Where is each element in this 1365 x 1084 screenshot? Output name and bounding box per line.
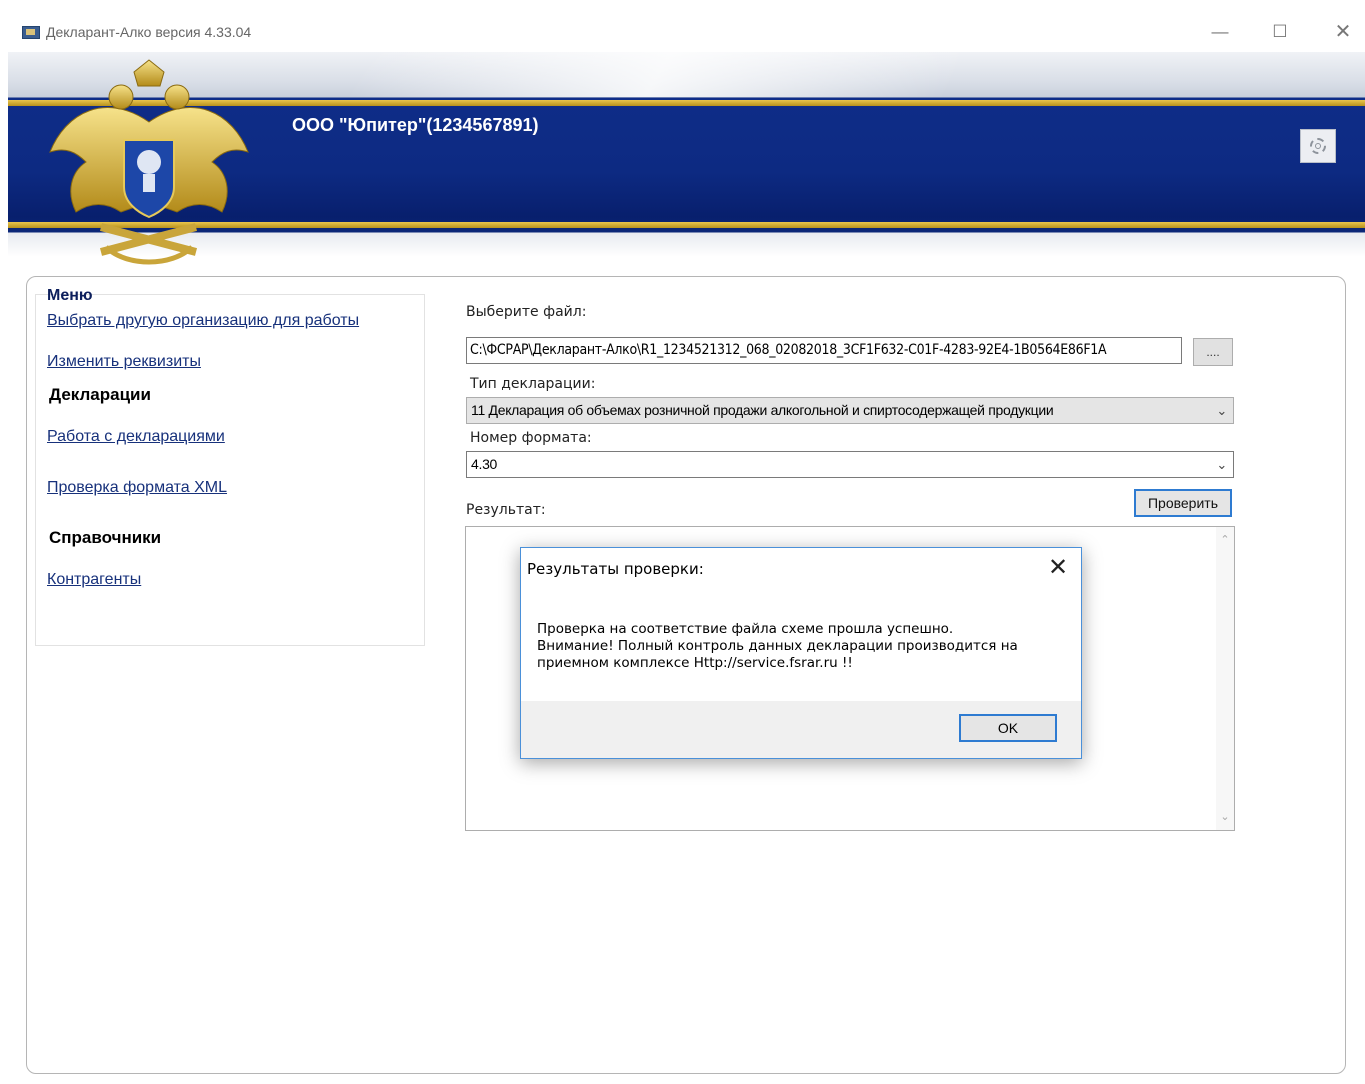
- file-label: Выберите файл:: [466, 304, 587, 320]
- format-number-select[interactable]: 4.30 ⌄: [466, 451, 1234, 478]
- settings-gear-icon[interactable]: [1300, 129, 1336, 163]
- format-number-value: 4.30: [471, 456, 498, 472]
- work-with-declarations-link[interactable]: Работа с декларациями: [47, 428, 225, 446]
- change-organization-link[interactable]: Выбрать другую организацию для работы: [47, 312, 359, 330]
- edit-details-link[interactable]: Изменить реквизиты: [47, 353, 201, 371]
- counterparties-link[interactable]: Контрагенты: [47, 571, 141, 589]
- dialog-close-icon[interactable]: ✕: [1043, 554, 1073, 582]
- scroll-down-icon[interactable]: ⌄: [1216, 808, 1234, 826]
- emblem-icon: [49, 59, 249, 265]
- declaration-type-value: 11 Декларация об объемах розничной прода…: [471, 402, 1054, 418]
- format-number-label: Номер формата:: [470, 430, 592, 446]
- app-icon: [22, 26, 40, 39]
- chevron-down-icon: ⌄: [1216, 403, 1227, 418]
- menu-panel: [35, 294, 425, 646]
- ok-button[interactable]: OK: [959, 714, 1057, 742]
- header-sheen: [345, 52, 971, 97]
- declaration-type-label: Тип декларации:: [470, 376, 596, 392]
- dialog-message-line: Внимание! Полный контроль данных деклара…: [537, 638, 1018, 654]
- result-scrollbar[interactable]: ⌃ ⌄: [1216, 527, 1234, 830]
- dialog-message-line: Проверка на соответствие файла схеме про…: [537, 621, 954, 637]
- result-label: Результат:: [466, 502, 546, 518]
- menu-title: Меню: [47, 287, 93, 304]
- window-title: Декларант-Алко версия 4.33.04: [46, 24, 252, 40]
- organization-name: ООО "Юпитер"(1234567891): [292, 115, 539, 135]
- maximize-button[interactable]: ☐: [1265, 18, 1295, 46]
- dialog-message: Проверка на соответствие файла схеме про…: [537, 621, 1057, 672]
- xml-format-check-link[interactable]: Проверка формата XML: [47, 479, 227, 497]
- check-results-dialog: Результаты проверки: ✕ Проверка на соотв…: [520, 547, 1082, 759]
- dialog-footer: OK: [521, 701, 1081, 758]
- browse-button[interactable]: ....: [1193, 338, 1233, 366]
- file-path-input[interactable]: C:\ФСРАР\Декларант-Алко\R1_1234521312_06…: [466, 337, 1182, 364]
- dialog-message-line: приемном комплексе Http://service.fsrar.…: [537, 655, 853, 671]
- minimize-button[interactable]: —: [1205, 18, 1235, 46]
- dialog-title: Результаты проверки:: [527, 560, 704, 578]
- declarations-heading: Декларации: [49, 385, 151, 404]
- check-button[interactable]: Проверить: [1134, 489, 1232, 517]
- close-window-button[interactable]: ✕: [1328, 18, 1358, 46]
- scroll-up-icon[interactable]: ⌃: [1216, 531, 1234, 549]
- chevron-down-icon: ⌄: [1216, 457, 1227, 472]
- title-bar: Декларант-Алко версия 4.33.04 — ☐ ✕: [0, 0, 1365, 52]
- references-heading: Справочники: [49, 528, 162, 547]
- declaration-type-select[interactable]: 11 Декларация об объемах розничной прода…: [466, 397, 1234, 424]
